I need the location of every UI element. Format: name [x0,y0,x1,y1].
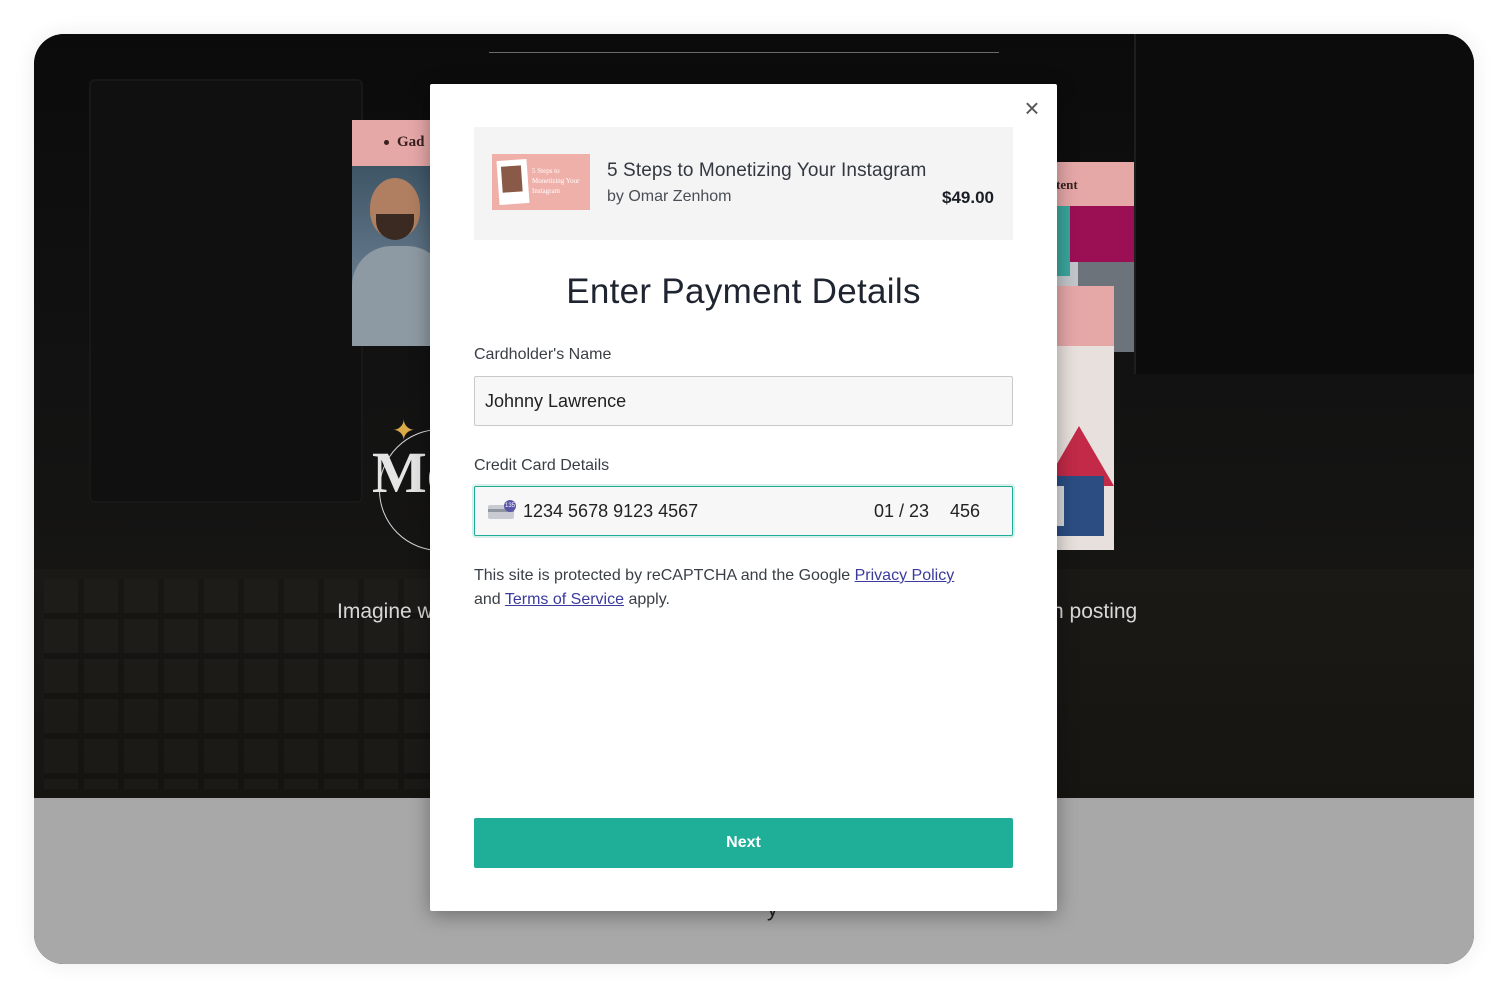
credit-card-label: Credit Card Details [474,457,610,474]
product-price: $49.00 [942,188,994,207]
legal-prefix: This site is protected by reCAPTCHA and … [474,567,855,584]
app-frame: Gad tent ✦ Mo Imagine w n posting y × 5 … [34,34,1474,964]
product-thumbnail: 5 Steps to Monetizing Your Instagram [492,154,590,210]
product-title: 5 Steps to Monetizing Your Instagram [607,160,927,181]
thumbnail-photo [496,159,530,205]
legal-middle: and [474,591,505,608]
credit-card-icon: 135 [488,500,516,519]
credit-card-input[interactable]: 135 1234 5678 9123 4567 01 / 23 456 [474,486,1013,536]
card-cvc[interactable]: 456 [950,487,980,535]
card-number[interactable]: 1234 5678 9123 4567 [523,487,698,535]
cardholder-name-input[interactable]: Johnny Lawrence [474,376,1013,426]
privacy-policy-link[interactable]: Privacy Policy [855,567,955,584]
page-title: Enter Payment Details [566,272,921,311]
terms-of-service-link[interactable]: Terms of Service [505,591,624,608]
next-button[interactable]: Next [474,818,1013,868]
recaptcha-notice: This site is protected by reCAPTCHA and … [474,564,1014,612]
product-author: by Omar Zenhom [607,188,732,205]
close-icon[interactable]: × [1020,95,1044,121]
card-expiry[interactable]: 01 / 23 [874,487,929,535]
thumbnail-text: 5 Steps to Monetizing Your Instagram [532,167,580,195]
cardholder-label: Cardholder's Name [474,346,612,363]
payment-modal: × 5 Steps to Monetizing Your Instagram 5… [430,84,1057,911]
legal-suffix: apply. [624,591,670,608]
product-summary: 5 Steps to Monetizing Your Instagram 5 S… [474,127,1013,240]
